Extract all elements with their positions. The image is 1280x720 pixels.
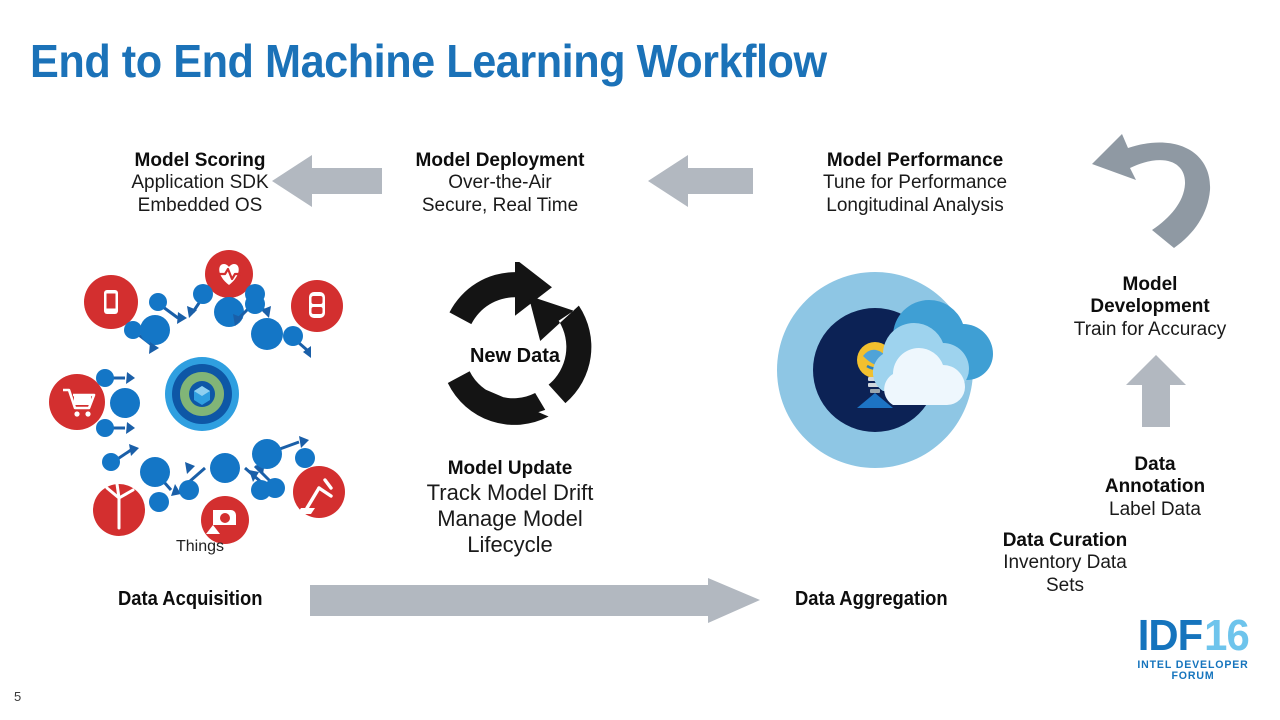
cloud-datacenter-graphic (777, 272, 993, 468)
globe-cube-icon (165, 357, 239, 431)
data-curation-line1: Inventory Data (1003, 552, 1127, 574)
data-curation-line2: Sets (1045, 574, 1085, 596)
curved-arrow-performance-to-development (1092, 134, 1211, 248)
things-node-robot (249, 436, 345, 518)
idf-logo-mark: IDF (1137, 611, 1202, 660)
slide-canvas: End to End Machine Learning Workflow Mod… (0, 0, 1280, 720)
idf-logo-year: 16 (1204, 611, 1251, 660)
stage-model-update: Model Update Track Model Drift Manage Mo… (380, 458, 640, 558)
data-annotation-header-line1: Data (1134, 454, 1176, 475)
model-performance-line2: Longitudinal Analysis (826, 194, 1004, 216)
stage-data-curation: Data Curation Inventory Data Sets (940, 530, 1190, 597)
model-performance-line1: Tune for Performance (822, 172, 1008, 194)
model-development-header-line1: Model (1122, 274, 1178, 295)
model-update-line1: Track Model Drift (426, 480, 594, 506)
data-annotation-line1: Label Data (1109, 498, 1201, 520)
things-cluster: Things (45, 250, 355, 555)
page-number: 5 (14, 689, 22, 704)
idf-logo: IDF16 INTEL DEVELOPER FORUM (1118, 614, 1268, 682)
data-acquisition-label: Data Acquisition (118, 588, 263, 610)
page-title: End to End Machine Learning Workflow (30, 35, 827, 87)
model-deployment-header: Model Deployment (415, 150, 585, 171)
model-development-line1: Train for Accuracy (1073, 318, 1227, 340)
model-update-header: Model Update (447, 458, 573, 479)
stage-model-development: Model Development Train for Accuracy (1040, 274, 1260, 341)
things-node-car (233, 280, 343, 358)
stage-model-performance: Model Performance Tune for Performance L… (770, 150, 1060, 217)
stage-data-annotation: Data Annotation Label Data (1020, 454, 1280, 521)
model-update-line3: Lifecycle (467, 532, 553, 558)
data-annotation-header-line2: Annotation (1104, 476, 1206, 498)
data-aggregation-label: Data Aggregation (795, 588, 948, 610)
things-node-cart (49, 369, 140, 437)
arrow-right-acquisition-to-aggregation (310, 578, 760, 623)
things-label: Things (175, 538, 225, 555)
new-data-label: New Data (469, 345, 561, 367)
model-deployment-line2: Secure, Real Time (421, 194, 579, 216)
idf-logo-tagline: INTEL DEVELOPER FORUM (1137, 659, 1249, 682)
data-curation-header: Data Curation (1002, 530, 1128, 551)
arrow-up-to-development (1126, 355, 1186, 427)
stage-model-deployment: Model Deployment Over-the-Air Secure, Re… (360, 150, 640, 217)
model-development-header-line2: Development (1090, 296, 1210, 318)
model-performance-header: Model Performance (826, 150, 1004, 171)
model-update-line2: Manage Model (437, 506, 583, 532)
arrow-left-to-deployment (648, 155, 753, 207)
model-deployment-line1: Over-the-Air (448, 172, 552, 194)
